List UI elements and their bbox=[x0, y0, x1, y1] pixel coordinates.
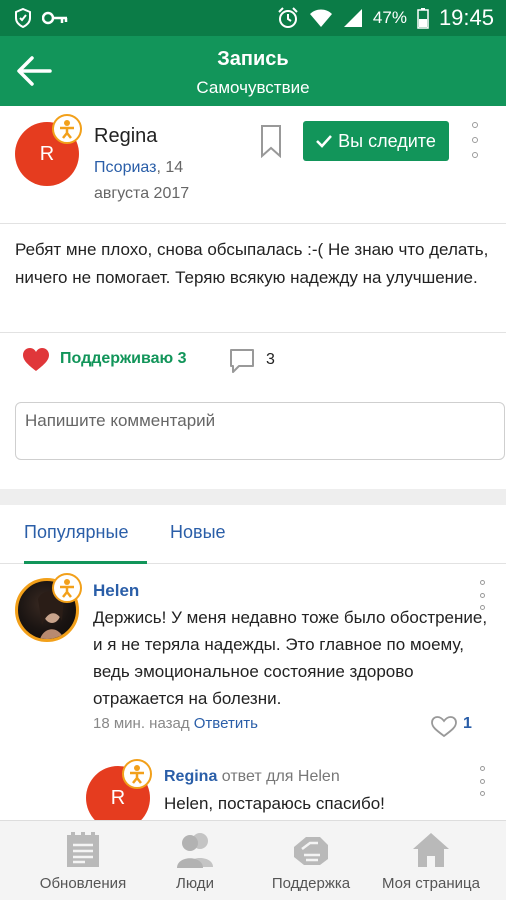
post-date-day: , 14 bbox=[156, 159, 184, 176]
battery-level: 47% bbox=[372, 8, 407, 27]
tab-popular[interactable]: Популярные bbox=[24, 522, 128, 543]
status-bar: 47% 19:45 bbox=[0, 0, 506, 36]
nav-my-page[interactable]: Моя страница bbox=[372, 821, 490, 900]
reply-header: Regina ответ для Helen bbox=[164, 768, 340, 786]
battery-icon bbox=[417, 8, 429, 29]
post-body: Ребят мне плохо, снова обсыпалась :-( Не… bbox=[15, 240, 489, 287]
clock: 19:45 bbox=[438, 5, 494, 30]
nav-label: Люди bbox=[176, 875, 214, 892]
support-button[interactable]: Поддерживаю 3 bbox=[60, 350, 187, 368]
heart-icon[interactable] bbox=[22, 347, 50, 373]
post-date-month-year: августа 2017 bbox=[94, 185, 190, 202]
reply-author-name[interactable]: Regina bbox=[164, 768, 217, 785]
comment-icon[interactable] bbox=[229, 348, 255, 374]
nav-label: Обновления bbox=[39, 875, 127, 892]
author-name[interactable]: Regina bbox=[94, 125, 157, 148]
home-icon bbox=[413, 833, 449, 867]
shield-icon bbox=[15, 8, 31, 28]
comment-tabs: Популярные Новые bbox=[0, 505, 506, 564]
active-tab-indicator bbox=[24, 561, 147, 564]
commenter-name[interactable]: Helen bbox=[93, 581, 139, 601]
post-actions: Поддерживаю 3 3 bbox=[0, 332, 506, 390]
tab-new[interactable]: Новые bbox=[170, 522, 226, 543]
member-badge-icon bbox=[52, 114, 82, 144]
comment-count: 3 bbox=[266, 351, 275, 368]
comment-input[interactable] bbox=[15, 402, 505, 460]
page-subtitle: Самочувствие bbox=[196, 78, 310, 97]
avatar-letter: R bbox=[110, 786, 126, 809]
section-divider bbox=[0, 489, 506, 505]
people-icon bbox=[177, 833, 213, 868]
reply-to-label: ответ для Helen bbox=[217, 768, 340, 785]
reply-text: Helen, постараюсь спасибо! bbox=[164, 794, 385, 813]
follow-button[interactable]: Вы следите bbox=[303, 121, 449, 161]
follow-button-label: Вы следите bbox=[338, 130, 436, 151]
nav-updates[interactable]: Обновления bbox=[28, 821, 138, 900]
support-icon bbox=[294, 837, 328, 865]
updates-icon bbox=[67, 832, 99, 867]
wifi-icon bbox=[309, 9, 332, 27]
comment-text: Держись! У меня недавно тоже было обостр… bbox=[93, 608, 488, 708]
reply-button[interactable]: Ответить bbox=[194, 715, 258, 732]
post-more-icon[interactable] bbox=[470, 122, 480, 158]
page-title: Запись bbox=[217, 48, 289, 70]
bottom-navigation: Обновления Люди Поддержка Моя страница bbox=[0, 820, 506, 900]
signal-icon bbox=[343, 9, 362, 27]
app-bar: Запись Самочувствие bbox=[0, 36, 506, 106]
key-icon bbox=[42, 11, 68, 25]
avatar-letter: R bbox=[39, 142, 55, 165]
comment-meta: 18 мин. назад Ответить bbox=[93, 715, 258, 732]
member-badge-icon bbox=[52, 573, 82, 603]
nav-people[interactable]: Люди bbox=[160, 821, 230, 900]
comment-time: 18 мин. назад bbox=[93, 715, 190, 732]
check-icon bbox=[316, 135, 333, 148]
nav-label: Моя страница bbox=[382, 875, 480, 892]
alarm-icon bbox=[278, 7, 298, 28]
member-badge-icon bbox=[122, 759, 152, 789]
comment-like-count: 1 bbox=[463, 715, 472, 732]
heart-outline-icon[interactable] bbox=[431, 716, 457, 738]
bookmark-icon[interactable] bbox=[260, 124, 282, 158]
nav-label: Поддержка bbox=[271, 875, 351, 892]
nav-support[interactable]: Поддержка bbox=[258, 821, 364, 900]
topic-tag[interactable]: Псориаз bbox=[94, 159, 156, 176]
post-meta: Псориаз, 14 августа 2017 bbox=[94, 155, 224, 207]
post-header: R Regina Псориаз, 14 августа 2017 Вы сле… bbox=[0, 106, 506, 224]
